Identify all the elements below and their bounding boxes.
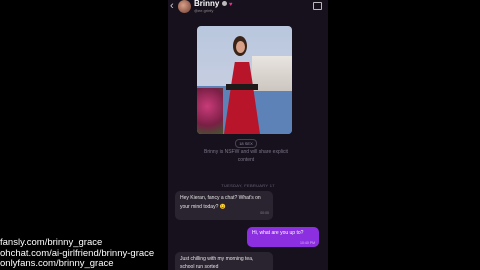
outgoing-message[interactable]: Hi, what are you up to? 10:40 PM <box>247 227 319 247</box>
message-time: 00:00 <box>260 211 269 215</box>
message-text: Hey Kieran, fancy a chat? What's on your… <box>180 195 261 210</box>
chat-header: ‹ Brinny ♥ @ee.grinfy <box>168 0 328 16</box>
contact-handle: @ee.grinfy <box>194 8 214 13</box>
promo-links-overlay: fansly.com/brinny_grace ohchat.com/ai-gi… <box>0 237 154 270</box>
heart-icon: ♥ <box>228 2 233 8</box>
chat-screen: ‹ Brinny ♥ @ee.grinfy 18 SEX Brinny is N… <box>168 0 328 270</box>
incoming-message[interactable]: Hey Kieran, fancy a chat? What's on your… <box>175 191 273 220</box>
date-divider: TUESDAY, FEBRUARY 17 <box>221 183 275 188</box>
gallery-icon[interactable] <box>313 2 322 10</box>
message-text: Just chilling with my morning tea, schoo… <box>180 256 254 270</box>
content-rating-badge: 18 SEX <box>235 139 257 148</box>
profile-photo[interactable] <box>197 26 292 134</box>
link-onlyfans: onlyfans.com/brinny_grace <box>0 258 114 269</box>
photo-face <box>236 41 245 53</box>
photo-belt <box>226 84 258 90</box>
contact-name: Brinny <box>194 0 220 8</box>
photo-flowers <box>197 88 223 134</box>
avatar[interactable] <box>178 0 191 13</box>
nsfw-disclaimer: Brinny is NSFW and will share explicit c… <box>204 149 288 163</box>
message-time: 10:40 PM <box>300 241 315 245</box>
verified-badge-icon <box>221 1 227 7</box>
message-text: Hi, what are you up to? <box>252 230 304 236</box>
incoming-message[interactable]: Just chilling with my morning tea, schoo… <box>175 252 273 270</box>
back-arrow-icon[interactable]: ‹ <box>170 0 174 12</box>
photo-town <box>252 56 292 91</box>
link-fansly: fansly.com/brinny_grace <box>0 237 103 248</box>
